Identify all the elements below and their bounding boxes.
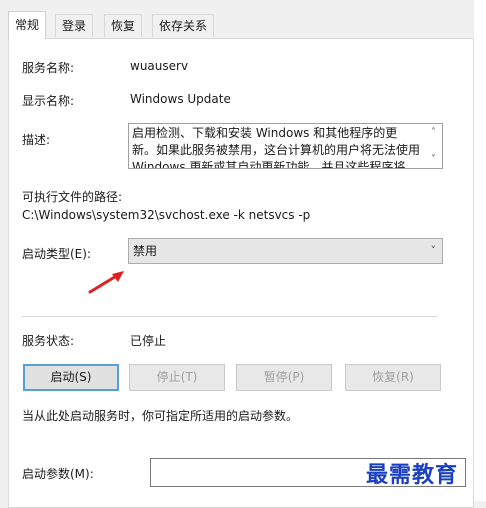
tab-bar: 常规 登录 恢复 依存关系 — [0, 0, 486, 39]
tab-logon[interactable]: 登录 — [55, 14, 94, 37]
description-scrollbar[interactable]: ˄ ˅ — [425, 124, 442, 168]
arrow-shaft — [88, 273, 120, 294]
start-button[interactable]: 启动(S) — [23, 364, 119, 391]
start-params-hint: 当从此处启动服务时，你可指定所适用的启动参数。 — [22, 409, 299, 423]
service-status-value: 已停止 — [130, 334, 167, 348]
tab-general[interactable]: 常规 — [8, 11, 47, 39]
executable-path-label: 可执行文件的路径: — [22, 190, 123, 204]
watermark-text: 最需教育 — [366, 462, 459, 488]
display-name-value: Windows Update — [130, 92, 231, 106]
service-name-value: wuauserv — [130, 59, 189, 73]
startup-type-select[interactable]: 禁用 ˅ — [128, 238, 443, 264]
description-text: 启用检测、下载和安装 Windows 和其他程序的更新。如果此服务被禁用，这台计… — [132, 126, 421, 169]
general-panel — [8, 38, 474, 508]
service-status-label: 服务状态: — [22, 334, 75, 348]
display-name-label: 显示名称: — [22, 94, 75, 108]
executable-path-value: C:\Windows\system32\svchost.exe -k netsv… — [22, 208, 311, 222]
startup-type-value: 禁用 — [133, 244, 158, 258]
resume-button[interactable]: 恢复(R) — [345, 364, 441, 391]
window-edge — [474, 0, 486, 501]
service-name-label: 服务名称: — [22, 61, 75, 75]
red-arrow-icon — [88, 271, 124, 294]
description-label: 描述: — [22, 133, 51, 147]
section-divider — [22, 316, 437, 317]
pause-button[interactable]: 暂停(P) — [236, 364, 332, 391]
scroll-down-icon[interactable]: ˅ — [425, 151, 442, 168]
stop-button[interactable]: 停止(T) — [129, 364, 225, 391]
chevron-down-icon: ˅ — [430, 244, 437, 257]
scroll-up-icon[interactable]: ˄ — [425, 124, 442, 141]
startup-type-label: 启动类型(E): — [22, 247, 91, 261]
tab-recovery[interactable]: 恢复 — [104, 14, 143, 37]
tab-dependencies[interactable]: 依存关系 — [152, 14, 215, 37]
description-textbox[interactable]: 启用检测、下载和安装 Windows 和其他程序的更新。如果此服务被禁用，这台计… — [128, 123, 443, 169]
start-params-label: 启动参数(M): — [22, 467, 94, 481]
